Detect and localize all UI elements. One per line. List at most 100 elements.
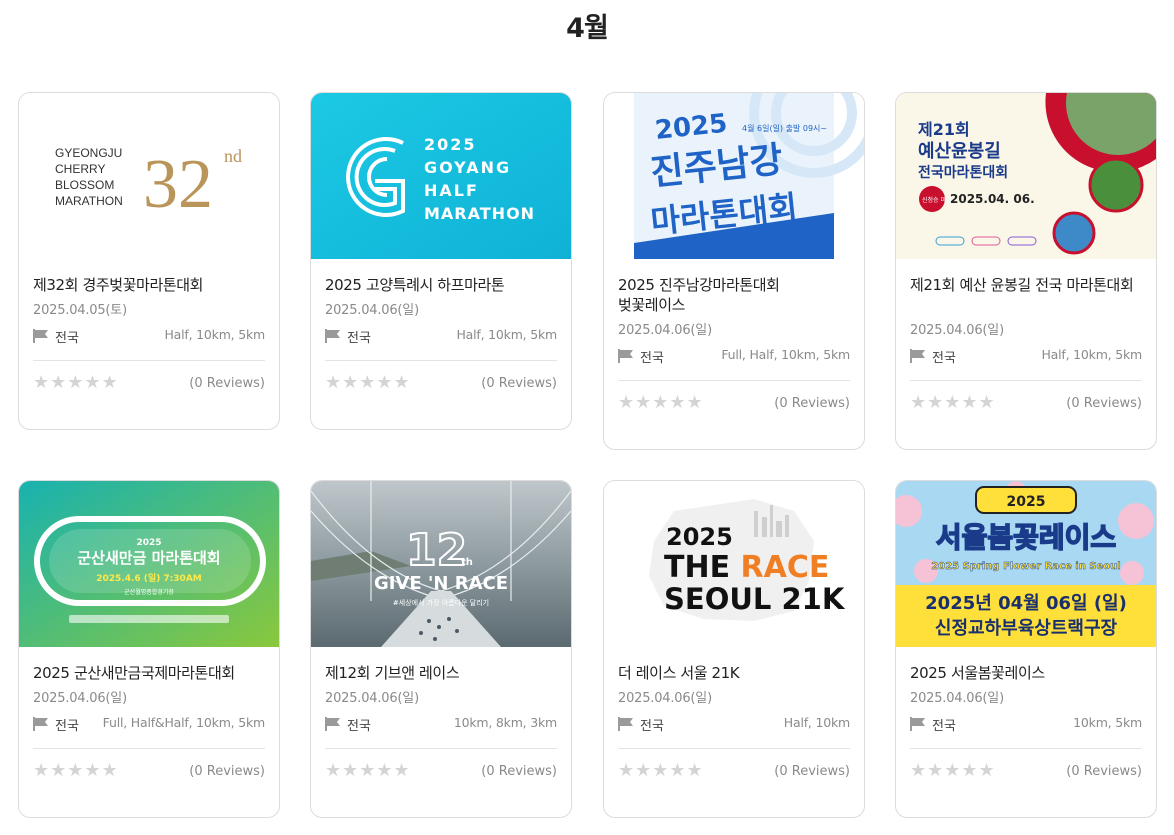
flag-icon bbox=[325, 329, 340, 343]
poster-image[interactable]: 2025 GOYANG HALF MARATHON bbox=[311, 93, 571, 259]
svg-text:BLOSSOM: BLOSSOM bbox=[55, 178, 114, 192]
svg-text:서울봄꽃레이스: 서울봄꽃레이스 bbox=[936, 521, 1116, 554]
flag-icon bbox=[618, 717, 633, 731]
svg-text:군산월명종합경기장: 군산월명종합경기장 bbox=[124, 588, 174, 596]
card-date: 2025.04.05(토) bbox=[33, 303, 127, 318]
svg-text:THE RACE: THE RACE bbox=[664, 550, 829, 585]
flag-icon bbox=[325, 717, 340, 731]
card-date: 2025.04.06(일) bbox=[325, 303, 419, 318]
review-count: (0 Reviews) bbox=[481, 764, 557, 779]
svg-text:2025: 2025 bbox=[136, 538, 161, 548]
rating-stars: ★★★★★ bbox=[618, 392, 704, 413]
rating-stars: ★★★★★ bbox=[33, 372, 119, 393]
divider bbox=[618, 380, 850, 381]
card-date: 2025.04.06(일) bbox=[325, 691, 419, 706]
poster-image[interactable]: 2025 THE RACE SEOUL 21K bbox=[604, 481, 864, 647]
review-count: (0 Reviews) bbox=[481, 376, 557, 391]
card-courses: 10km, 8km, 3km bbox=[453, 715, 557, 730]
card-title[interactable]: 2025 고양특례시 하프마라톤 bbox=[325, 275, 557, 295]
divider bbox=[325, 748, 557, 749]
marathon-card[interactable]: 2025 GOYANG HALF MARATHON 2025 고양특례시 하프마… bbox=[310, 92, 572, 430]
svg-text:GIVE 'N RACE: GIVE 'N RACE bbox=[374, 573, 508, 594]
rating-stars: ★★★★★ bbox=[325, 372, 411, 393]
month-title: 4월 bbox=[566, 13, 609, 44]
review-count: (0 Reviews) bbox=[1066, 764, 1142, 779]
poster-image[interactable]: GYEONGJU CHERRY BLOSSOM MARATHON 32 nd bbox=[19, 93, 279, 259]
card-courses: Half, 10km, 5km bbox=[164, 327, 265, 342]
card-date: 2025.04.06(일) bbox=[910, 323, 1004, 338]
svg-text:MARATHON: MARATHON bbox=[55, 194, 123, 208]
marathon-card[interactable]: GYEONGJU CHERRY BLOSSOM MARATHON 32 nd 제… bbox=[18, 92, 280, 430]
svg-text:th: th bbox=[461, 557, 473, 568]
card-date: 2025.04.06(일) bbox=[910, 691, 1004, 706]
flag-icon bbox=[618, 349, 633, 363]
card-title[interactable]: 제21회 예산 윤봉길 전국 마라톤대회 bbox=[910, 275, 1142, 295]
svg-text:예산윤봉길: 예산윤봉길 bbox=[918, 140, 1001, 162]
card-region: 전국 bbox=[640, 351, 664, 366]
poster-image[interactable]: 2025 4월 6일(일) 출발 09시~ 진주남강 마라톤대회 bbox=[604, 93, 864, 259]
svg-text:신청승 마감: 신청승 마감 bbox=[922, 196, 952, 204]
card-region: 전국 bbox=[347, 719, 371, 734]
review-count: (0 Reviews) bbox=[189, 764, 265, 779]
svg-text:전국마라톤대회: 전국마라톤대회 bbox=[918, 164, 1008, 181]
divider bbox=[910, 380, 1142, 381]
marathon-card[interactable]: 2025 군산새만금 마라톤대회 2025.4.6 (일) 7:30AM 군산월… bbox=[18, 480, 280, 818]
card-courses: Full, Half, 10km, 5km bbox=[721, 347, 850, 362]
review-count: (0 Reviews) bbox=[1066, 396, 1142, 411]
marathon-card[interactable]: 2025 4월 6일(일) 출발 09시~ 진주남강 마라톤대회 2025 진주… bbox=[603, 92, 865, 450]
card-title[interactable]: 2025 진주남강마라톤대회 벚꽃레이스 bbox=[618, 275, 850, 315]
card-region: 전국 bbox=[640, 719, 664, 734]
svg-text:제21회: 제21회 bbox=[918, 120, 970, 139]
svg-text:2025년 04월 06일 (일): 2025년 04월 06일 (일) bbox=[925, 593, 1127, 614]
marathon-card[interactable]: 2025 서울봄꽃레이스 2025 Spring Flower Race in … bbox=[895, 480, 1157, 818]
rating-stars: ★★★★★ bbox=[910, 392, 996, 413]
marathon-card[interactable]: 2025 THE RACE SEOUL 21K 더 레이스 서울 21K 202… bbox=[603, 480, 865, 818]
svg-text:32: 32 bbox=[143, 146, 213, 223]
card-date: 2025.04.06(일) bbox=[618, 323, 712, 338]
poster-image[interactable]: 제21회 예산윤봉길 전국마라톤대회 신청승 마감 2025.04. 06. bbox=[896, 93, 1156, 259]
card-title[interactable]: 제12회 기브앤 레이스 bbox=[325, 663, 557, 683]
marathon-card[interactable]: 12 th GIVE 'N RACE #세상에서 가장 아름다운 달리기 제12… bbox=[310, 480, 572, 818]
divider bbox=[33, 360, 265, 361]
svg-text:2025.04. 06.: 2025.04. 06. bbox=[950, 192, 1035, 206]
divider bbox=[325, 360, 557, 361]
review-count: (0 Reviews) bbox=[774, 396, 850, 411]
poster-image[interactable]: 12 th GIVE 'N RACE #세상에서 가장 아름다운 달리기 bbox=[311, 481, 571, 647]
card-courses: Half, 10km bbox=[783, 715, 850, 730]
review-count: (0 Reviews) bbox=[189, 376, 265, 391]
flag-icon bbox=[910, 717, 925, 731]
divider bbox=[618, 748, 850, 749]
svg-text:GYEONGJU: GYEONGJU bbox=[55, 146, 122, 160]
card-region: 전국 bbox=[55, 331, 79, 346]
svg-text:HALF: HALF bbox=[424, 181, 479, 200]
divider bbox=[33, 748, 265, 749]
svg-text:2025: 2025 bbox=[666, 523, 733, 551]
svg-text:2025: 2025 bbox=[424, 135, 477, 154]
svg-text:4월 6일(일) 출발 09시~: 4월 6일(일) 출발 09시~ bbox=[742, 123, 827, 133]
card-title[interactable]: 2025 서울봄꽃레이스 bbox=[910, 663, 1142, 683]
flag-icon bbox=[910, 349, 925, 363]
card-region: 전국 bbox=[55, 719, 79, 734]
svg-text:#세상에서 가장 아름다운 달리기: #세상에서 가장 아름다운 달리기 bbox=[393, 598, 489, 607]
svg-text:CHERRY: CHERRY bbox=[55, 162, 105, 176]
review-count: (0 Reviews) bbox=[774, 764, 850, 779]
flag-icon bbox=[33, 329, 48, 343]
svg-text:SEOUL 21K: SEOUL 21K bbox=[664, 582, 846, 616]
svg-text:군산새만금 마라톤대회: 군산새만금 마라톤대회 bbox=[77, 549, 220, 567]
card-region: 전국 bbox=[932, 719, 956, 734]
card-courses: Half, 10km, 5km bbox=[1041, 347, 1142, 362]
card-title[interactable]: 2025 군산새만금국제마라톤대회 bbox=[33, 663, 265, 683]
rating-stars: ★★★★★ bbox=[910, 760, 996, 781]
svg-text:nd: nd bbox=[224, 146, 242, 166]
poster-image[interactable]: 2025 군산새만금 마라톤대회 2025.4.6 (일) 7:30AM 군산월… bbox=[19, 481, 279, 647]
marathon-card[interactable]: 제21회 예산윤봉길 전국마라톤대회 신청승 마감 2025.04. 06. 제… bbox=[895, 92, 1157, 450]
card-date: 2025.04.06(일) bbox=[618, 691, 712, 706]
poster-image[interactable]: 2025 서울봄꽃레이스 2025 Spring Flower Race in … bbox=[896, 481, 1156, 647]
card-title[interactable]: 제32회 경주벚꽃마라톤대회 bbox=[33, 275, 265, 295]
card-title[interactable]: 더 레이스 서울 21K bbox=[618, 663, 850, 683]
rating-stars: ★★★★★ bbox=[325, 760, 411, 781]
card-region: 전국 bbox=[347, 331, 371, 346]
svg-text:2025 Spring Flower Race in Seo: 2025 Spring Flower Race in Seoul bbox=[931, 561, 1120, 572]
svg-text:12: 12 bbox=[406, 525, 467, 576]
card-date: 2025.04.06(일) bbox=[33, 691, 127, 706]
